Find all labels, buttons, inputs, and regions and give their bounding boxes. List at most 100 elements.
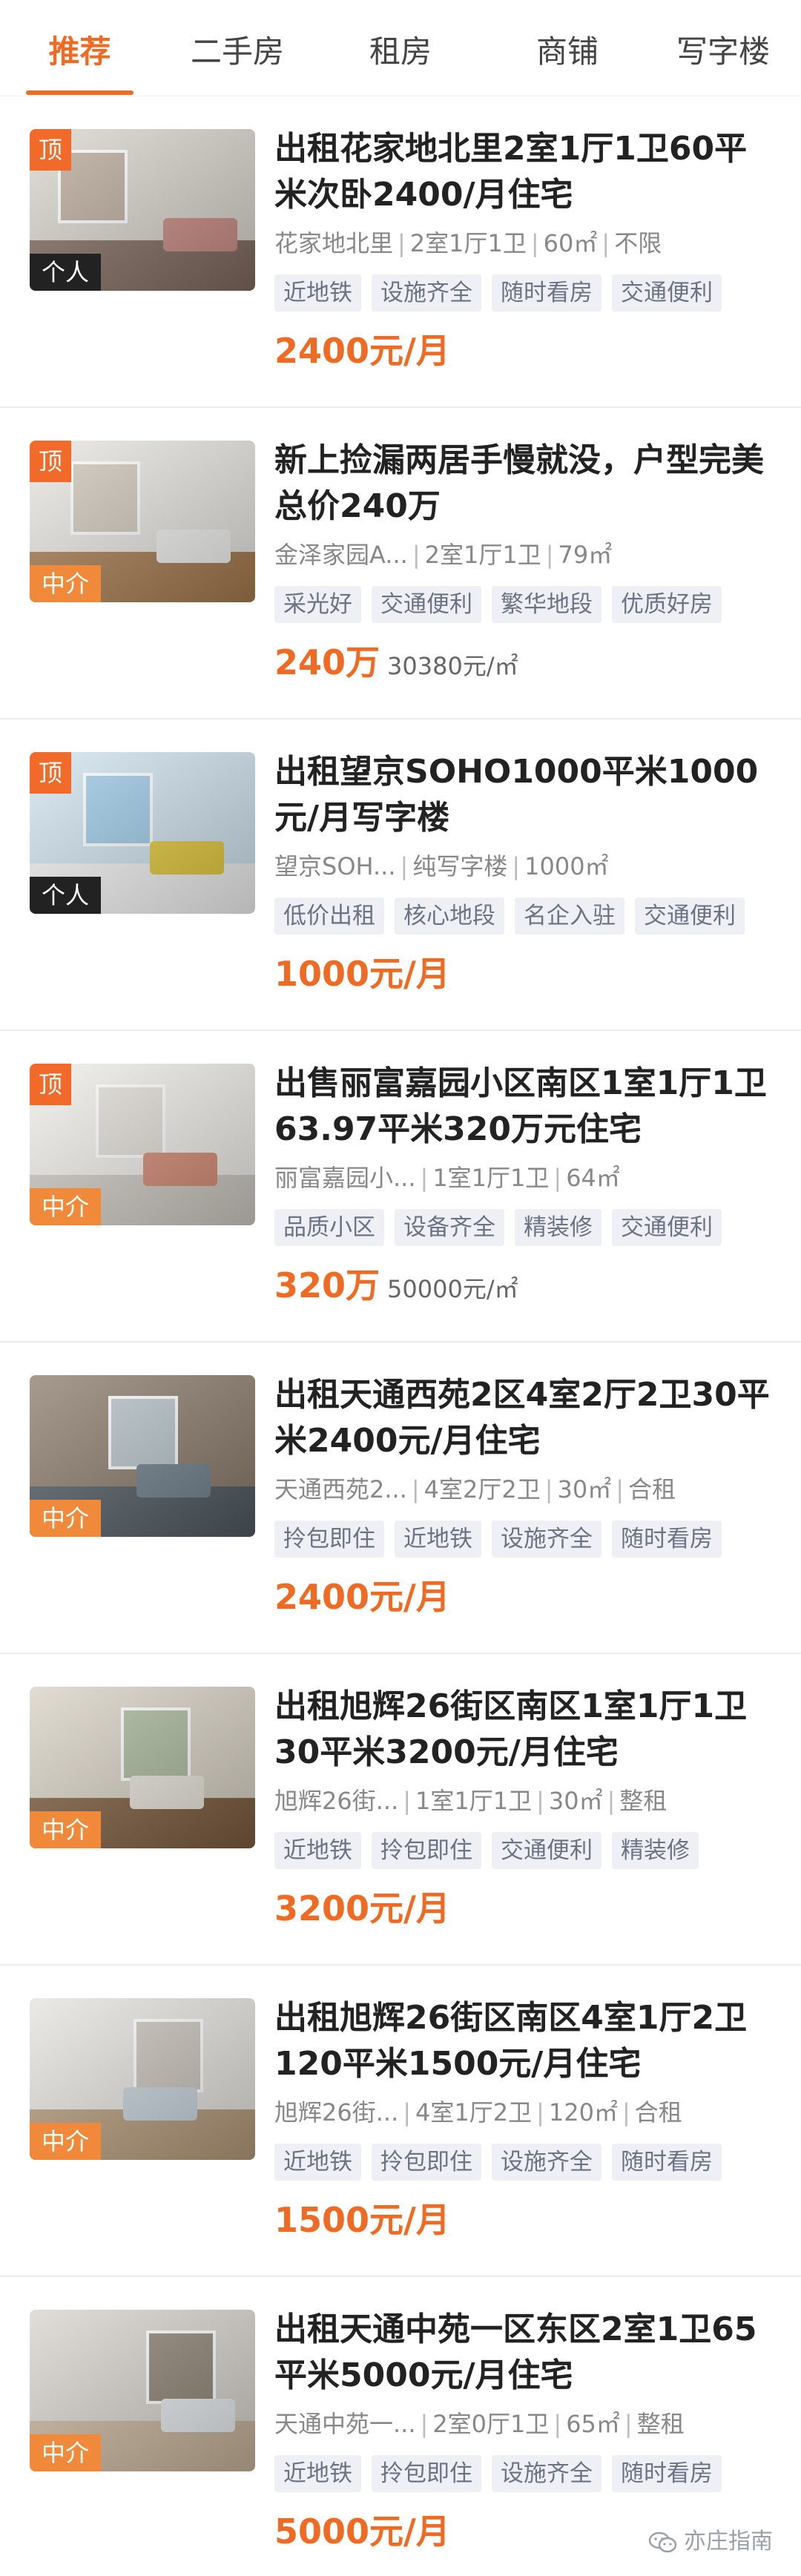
feature-tag: 采光好 <box>274 586 361 623</box>
feature-tag: 品质小区 <box>274 1209 384 1246</box>
listing-item[interactable]: 中介 出租天通西苑2区4室2厅2卫30平米2400元/月住宅天通西苑2... | 4室… <box>0 1343 801 1654</box>
meta-separator: | <box>420 2410 429 2438</box>
feature-tag: 近地铁 <box>274 2144 361 2181</box>
meta-field: 天通中苑一... <box>274 2410 416 2438</box>
feature-tag: 随时看房 <box>612 1521 722 1558</box>
listing-list: 顶个人 出租花家地北里2室1厅1卫60平米次卧2400/月住宅 花家地北里 | 2室1厅… <box>0 96 801 2576</box>
meta-field: 天通西苑2... <box>274 1475 407 1503</box>
feature-tag: 随时看房 <box>492 274 601 312</box>
meta-field: 60㎡ <box>543 229 598 257</box>
meta-field: 整租 <box>636 2410 685 2438</box>
listing-title[interactable]: 出租天通中苑一区东区2室1卫65平米5000元/月住宅 <box>274 2307 779 2399</box>
price-value: 2400元/月 <box>274 1577 450 1617</box>
feature-tag: 近地铁 <box>274 1832 361 1869</box>
listing-title[interactable]: 新上捡漏两居手慢就没，户型完美总价240万 <box>274 438 779 530</box>
meta-field: 合租 <box>628 1475 676 1503</box>
listing-item[interactable]: 顶中介 新上捡漏两居手慢就没，户型完美总价240万 金泽家园A... | 2室1厅1卫 |… <box>0 408 801 719</box>
listing-tags: 近地铁 拎包即住 设施齐全 随时看房 <box>274 2455 732 2492</box>
meta-field: 4室1厅2卫 <box>415 2098 533 2127</box>
listing-tags: 近地铁 设施齐全 随时看房 交通便利 <box>274 274 732 312</box>
listing-photo[interactable]: 顶个人 <box>30 752 255 914</box>
meta-field: 1000㎡ <box>524 852 609 880</box>
agent-badge: 中介 <box>30 565 101 602</box>
agent-badge: 个人 <box>30 254 101 291</box>
meta-field: 整租 <box>619 1787 668 1815</box>
meta-field: 望京SOH... <box>274 852 396 880</box>
meta-field: 1室1厅1卫 <box>432 1164 550 1192</box>
meta-separator: | <box>403 1787 412 1815</box>
listing-item[interactable]: 顶个人 出租望京SOHO1000平米1000元/月写字楼 望京SOH... | 纯写字楼… <box>0 719 801 1031</box>
listing-meta: 望京SOH... | 纯写字楼 | 1000㎡ <box>274 850 779 883</box>
meta-field: 1室1厅1卫 <box>415 1787 533 1815</box>
meta-field: 30㎡ <box>548 1787 603 1815</box>
unit-price: 50000元/㎡ <box>387 1275 518 1303</box>
price-value: 320万 <box>274 1265 380 1305</box>
wechat-icon <box>648 2531 678 2554</box>
listing-tags: 拎包即住 近地铁 设施齐全 随时看房 <box>274 1521 732 1558</box>
listing-meta: 天通西苑2... | 4室2厅2卫 | 30㎡ | 合租 <box>274 1473 779 1506</box>
meta-separator: | <box>400 852 409 880</box>
price-value: 1000元/月 <box>274 954 450 994</box>
listing-photo[interactable]: 中介 <box>30 2310 255 2471</box>
price-value: 5000元/月 <box>274 2511 450 2552</box>
listing-photo[interactable]: 顶中介 <box>30 441 255 602</box>
meta-field: 64㎡ <box>566 1164 620 1192</box>
meta-separator: | <box>398 229 406 257</box>
meta-field: 79㎡ <box>558 541 613 569</box>
feature-tag: 近地铁 <box>274 274 361 312</box>
meta-separator: | <box>530 229 539 257</box>
listing-photo[interactable]: 顶个人 <box>30 129 255 291</box>
listing-tags: 采光好 交通便利 繁华地段 优质好房 <box>274 586 732 623</box>
meta-field: 不限 <box>614 229 662 257</box>
listing-photo[interactable]: 中介 <box>30 1375 255 1537</box>
listing-title[interactable]: 出租旭辉26街区南区1室1厅1卫30平米3200元/月住宅 <box>274 1684 779 1776</box>
watermark-text: 亦庄指南 <box>684 2529 773 2554</box>
tab-rent[interactable]: 租房 <box>356 30 445 74</box>
feature-tag: 设施齐全 <box>492 2144 601 2181</box>
feature-tag: 设备齐全 <box>395 1209 504 1246</box>
listing-photo[interactable]: 中介 <box>30 1687 255 1848</box>
tab-office[interactable]: 写字楼 <box>664 30 782 74</box>
listing-item[interactable]: 顶个人 出租花家地北里2室1厅1卫60平米次卧2400/月住宅 花家地北里 | 2室1厅… <box>0 96 801 408</box>
top-badge: 顶 <box>30 129 71 171</box>
listing-item[interactable]: 顶中介 出售丽富嘉园小区南区1室1厅1卫63.97平米320万元住宅 丽富嘉园小..… <box>0 1031 801 1343</box>
listing-price: 3200元/月 <box>274 1884 450 1933</box>
listing-title[interactable]: 出租花家地北里2室1厅1卫60平米次卧2400/月住宅 <box>274 126 779 218</box>
listing-title[interactable]: 出租旭辉26街区南区4室1厅2卫120平米1500元/月住宅 <box>274 1995 779 2087</box>
tab-recommend[interactable]: 推荐 <box>30 30 130 74</box>
listing-price: 1000元/月 <box>274 949 450 998</box>
meta-field: 纯写字楼 <box>412 852 508 880</box>
listing-photo[interactable]: 顶中介 <box>30 1064 255 1225</box>
meta-field: 2室1厅1卫 <box>424 541 541 569</box>
agent-badge: 中介 <box>30 1188 101 1225</box>
active-tab-indicator <box>26 90 134 95</box>
agent-badge: 中介 <box>30 1811 101 1848</box>
feature-tag: 设施齐全 <box>492 1521 601 1558</box>
feature-tag: 拎包即住 <box>372 2455 481 2492</box>
meta-separator: | <box>553 1164 562 1192</box>
watermark: 亦庄指南 <box>648 2523 773 2555</box>
meta-separator: | <box>536 1787 544 1815</box>
listing-item[interactable]: 中介 出租旭辉26街区南区4室1厅2卫120平米1500元/月住宅旭辉26街...… <box>0 1966 801 2277</box>
agent-badge: 中介 <box>30 2123 101 2160</box>
listing-photo[interactable]: 中介 <box>30 1998 255 2160</box>
listing-title[interactable]: 出售丽富嘉园小区南区1室1厅1卫63.97平米320万元住宅 <box>274 1061 779 1153</box>
meta-field: 合租 <box>634 2098 682 2127</box>
listing-price: 5000元/月 <box>274 2507 450 2556</box>
tab-second-hand[interactable]: 二手房 <box>182 30 293 74</box>
price-value: 1500元/月 <box>274 2200 450 2240</box>
feature-tag: 低价出租 <box>274 897 384 935</box>
feature-tag: 设施齐全 <box>372 274 481 312</box>
meta-separator: | <box>512 852 521 880</box>
meta-field: 65㎡ <box>566 2410 620 2438</box>
listing-title[interactable]: 出租望京SOHO1000平米1000元/月写字楼 <box>274 749 779 841</box>
feature-tag: 随时看房 <box>612 2144 722 2181</box>
listing-price: 320万 50000元/㎡ <box>274 1261 518 1310</box>
meta-separator: | <box>420 1164 429 1192</box>
agent-badge: 中介 <box>30 2434 101 2471</box>
tab-shop[interactable]: 商铺 <box>519 30 616 74</box>
feature-tag: 核心地段 <box>395 897 504 935</box>
listing-title[interactable]: 出租天通西苑2区4室2厅2卫30平米2400元/月住宅 <box>274 1372 779 1464</box>
listing-item[interactable]: 中介 出租旭辉26街区南区1室1厅1卫30平米3200元/月住宅 旭辉26街... |… <box>0 1654 801 1966</box>
listing-meta: 旭辉26街... | 4室1厅2卫 | 120㎡ | 合租 <box>274 2096 779 2129</box>
